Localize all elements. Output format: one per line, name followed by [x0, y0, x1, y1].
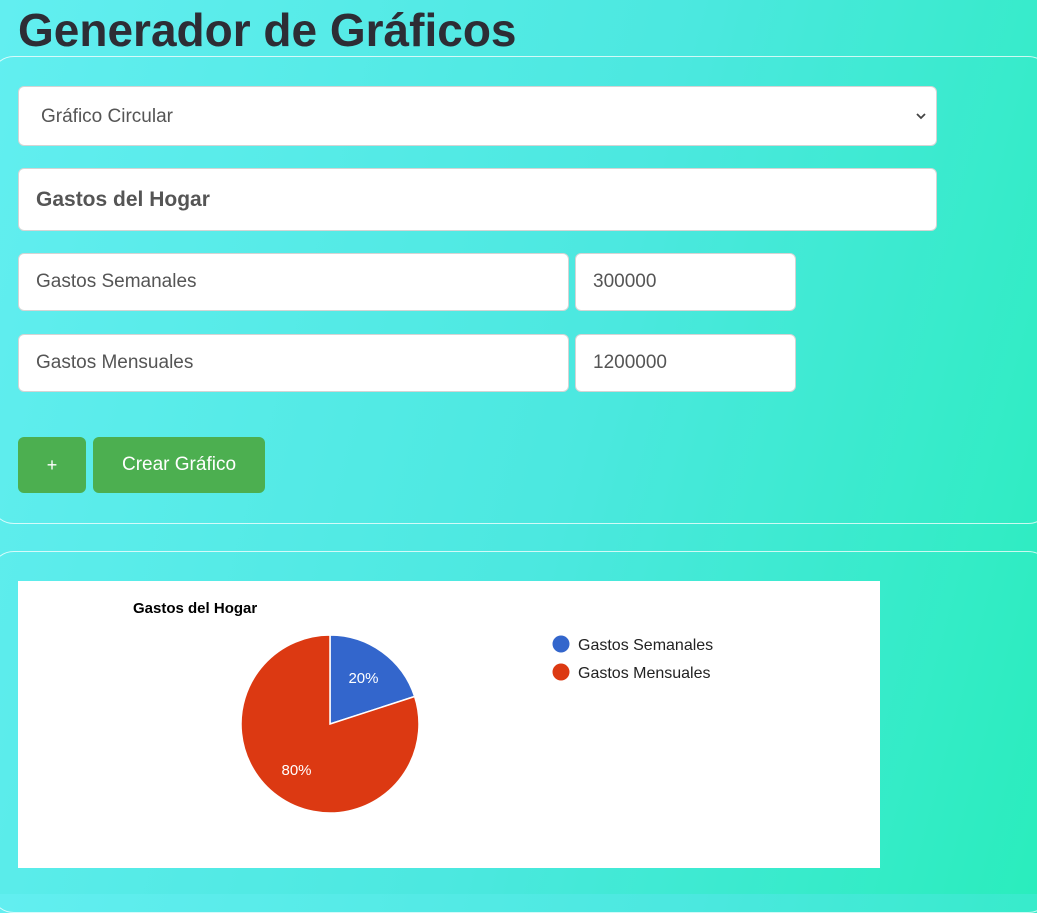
- legend-label[interactable]: Gastos Semanales: [578, 637, 713, 654]
- chart-title: Gastos del Hogar: [133, 600, 257, 617]
- legend-marker: [552, 663, 570, 681]
- data-value-input[interactable]: [575, 334, 796, 392]
- chart-type-selected-value: Gráfico Circular: [41, 106, 173, 127]
- page-title: Generador de Gráficos: [18, 4, 517, 56]
- pie-chart: Gastos del Hogar 20% 80% Gastos Semanales…: [133, 600, 713, 814]
- data-value-input[interactable]: [575, 253, 796, 311]
- add-row-button[interactable]: +: [18, 437, 86, 493]
- create-chart-button[interactable]: Crear Gráfico: [93, 437, 265, 493]
- legend-marker: [552, 635, 570, 653]
- chart-title-input[interactable]: [18, 168, 937, 231]
- data-label-input[interactable]: [18, 334, 569, 392]
- chart-container: Gastos del Hogar 20% 80% Gastos Semanales…: [18, 581, 880, 868]
- data-label-input[interactable]: [18, 253, 569, 311]
- chevron-down-icon: [916, 113, 926, 120]
- legend-label[interactable]: Gastos Mensuales: [578, 665, 711, 682]
- chart-type-select[interactable]: Gráfico Circular: [18, 86, 937, 146]
- slice-percent-label: 20%: [348, 670, 378, 687]
- slice-percent-label: 80%: [282, 762, 312, 779]
